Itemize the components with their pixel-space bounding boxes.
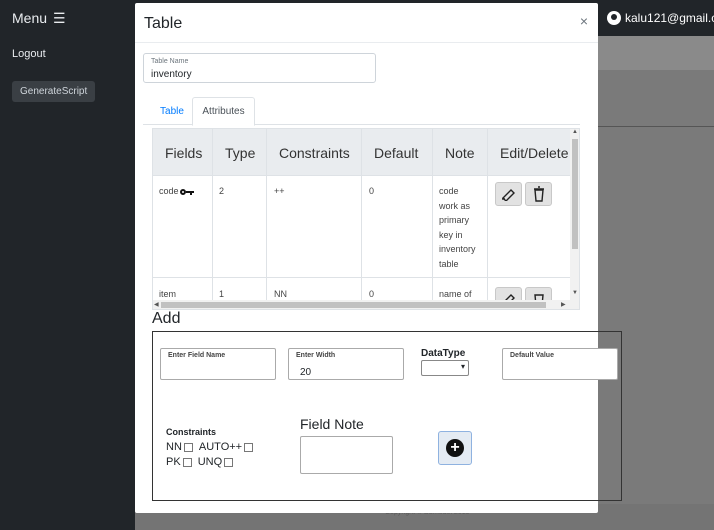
- row-default: 0: [369, 186, 375, 196]
- add-section-title: Add: [152, 310, 181, 327]
- pk-label: PK: [166, 456, 181, 468]
- scroll-down-arrow-icon[interactable]: ▼: [572, 290, 578, 296]
- attributes-table: Fields Type Constraints Default Note Edi…: [152, 128, 580, 310]
- table-header: Fields Type Constraints Default Note Edi…: [153, 129, 571, 176]
- delete-icon: [533, 186, 544, 202]
- row-note-line: code: [439, 186, 459, 196]
- field-name-label: Enter Field Name: [168, 352, 226, 359]
- datatype-select[interactable]: [421, 360, 469, 376]
- datatype-label: DataType: [421, 348, 466, 359]
- constraints-row-2: PK UNQ: [166, 456, 237, 468]
- row-note-line: primary: [439, 215, 470, 225]
- field-note-textarea[interactable]: [300, 436, 393, 474]
- tab-table[interactable]: Table: [153, 97, 191, 125]
- table-name-value[interactable]: inventory: [151, 69, 192, 80]
- user-icon: [607, 11, 621, 25]
- column-header-note: Note: [445, 144, 475, 161]
- add-field-panel: Enter Field Name Enter Width 20 DataType…: [152, 331, 622, 501]
- field-name-input[interactable]: Enter Field Name: [160, 348, 276, 380]
- width-label: Enter Width: [296, 352, 336, 359]
- close-button[interactable]: ×: [580, 13, 588, 29]
- scroll-left-arrow-icon[interactable]: ◀: [154, 301, 159, 308]
- column-header-fields: Fields: [165, 144, 203, 161]
- horizontal-scrollbar[interactable]: ◀ ▶: [153, 300, 571, 309]
- row-type: 2: [219, 186, 225, 196]
- column-header-type: Type: [225, 144, 256, 161]
- constraints-label: Constraints: [166, 427, 217, 437]
- row-note: code work as primary key in inventory ta…: [439, 184, 476, 271]
- content-divider: [598, 126, 714, 127]
- default-value-label: Default Value: [510, 352, 554, 359]
- row-field-cell: code: [159, 184, 194, 199]
- constraints-row-1: NN AUTO++: [166, 441, 257, 453]
- modal-header: Table ×: [135, 3, 598, 43]
- width-input[interactable]: Enter Width 20: [288, 348, 404, 380]
- width-value[interactable]: 20: [300, 367, 311, 378]
- field-note-label: Field Note: [300, 416, 364, 432]
- table-name-label: Table Name: [151, 58, 189, 65]
- unq-label: UNQ: [197, 456, 223, 468]
- scroll-thumb[interactable]: [161, 302, 546, 308]
- column-header-constraints: Constraints: [279, 144, 350, 161]
- edit-button[interactable]: [495, 182, 522, 206]
- hamburger-icon[interactable]: ☰: [53, 10, 66, 27]
- row-note-line: key in: [439, 229, 463, 240]
- pk-checkbox[interactable]: [182, 457, 192, 467]
- edit-icon: [501, 189, 515, 201]
- scroll-right-arrow-icon[interactable]: ▶: [561, 301, 566, 308]
- generate-script-button[interactable]: GenerateScript: [12, 81, 96, 102]
- column-header-default: Default: [374, 144, 419, 161]
- tab-attributes[interactable]: Attributes: [192, 97, 255, 126]
- auto-increment-label: AUTO++: [198, 441, 243, 453]
- table-row: code 2 ++ 0 code work as primary key in …: [153, 176, 571, 278]
- key-icon: [179, 188, 194, 196]
- default-value-input[interactable]: Default Value: [502, 348, 618, 380]
- vertical-scrollbar[interactable]: ▲ ▼: [570, 129, 579, 309]
- delete-button[interactable]: [525, 182, 552, 206]
- add-field-button[interactable]: +: [438, 431, 472, 465]
- user-menu[interactable]: kalu121@gmail.co: [607, 0, 714, 36]
- row-constraints: ++: [274, 186, 285, 196]
- column-header-edit-delete: Edit/Delete: [500, 144, 569, 161]
- logout-link[interactable]: Logout: [12, 48, 46, 60]
- row-field-name: code: [159, 186, 179, 196]
- nn-checkbox[interactable]: [183, 442, 193, 452]
- menu-header[interactable]: Menu ☰: [0, 0, 135, 36]
- row-note-line: work as: [439, 200, 471, 211]
- sidebar: Menu ☰ Logout GenerateScript: [0, 0, 135, 530]
- unq-checkbox[interactable]: [224, 457, 234, 467]
- row-note-line: inventory: [439, 244, 476, 254]
- scroll-thumb[interactable]: [572, 139, 578, 249]
- tab-bar: Table Attributes: [143, 97, 580, 126]
- scroll-up-arrow-icon[interactable]: ▲: [572, 129, 578, 135]
- menu-label[interactable]: Menu: [12, 10, 47, 26]
- plus-circle-icon: +: [446, 439, 464, 457]
- modal-title: Table: [144, 15, 183, 32]
- row-note-line: table: [439, 258, 459, 269]
- nn-label: NN: [166, 441, 182, 453]
- user-email[interactable]: kalu121@gmail.co: [625, 11, 714, 25]
- table-name-field[interactable]: Table Name inventory: [143, 53, 376, 83]
- auto-increment-checkbox[interactable]: [244, 442, 254, 452]
